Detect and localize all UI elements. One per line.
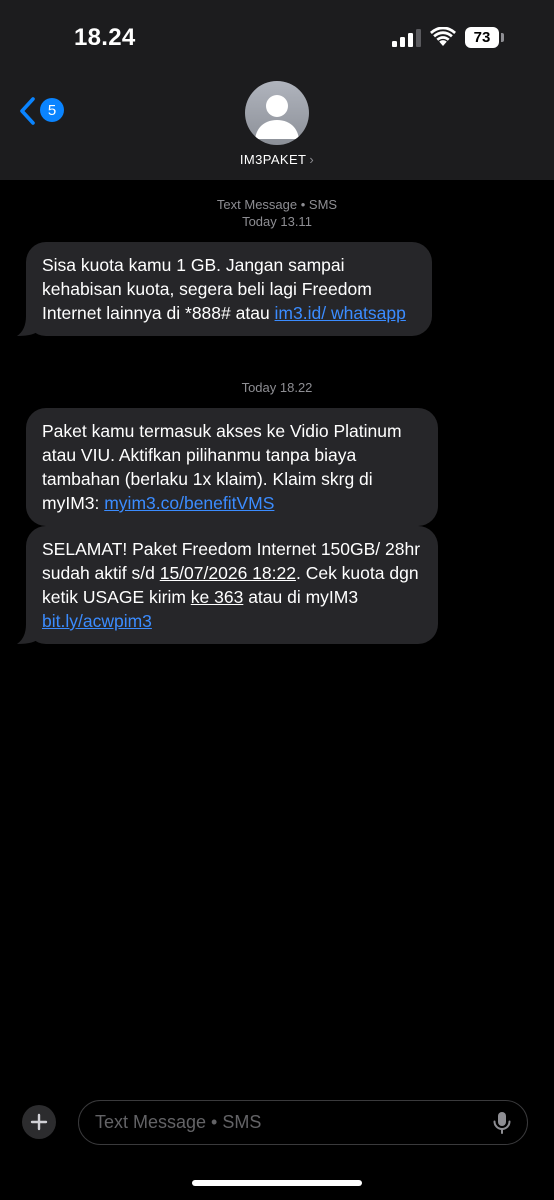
battery-icon: 73 — [465, 27, 499, 48]
home-indicator[interactable] — [192, 1180, 362, 1186]
message-bubble[interactable]: Sisa kuota kamu 1 GB. Jangan sampai keha… — [17, 242, 432, 336]
add-attachment-button[interactable] — [22, 1105, 56, 1139]
message-text: atau di myIM3 — [243, 587, 359, 607]
wifi-icon — [430, 27, 456, 46]
contact-avatar[interactable] — [245, 81, 309, 145]
message-link[interactable]: im3.id/ whatsapp — [275, 303, 406, 323]
message-bubble[interactable]: Paket kamu termasuk akses ke Vidio Plati… — [26, 408, 438, 526]
microphone-icon[interactable] — [493, 1112, 511, 1134]
person-icon — [255, 95, 299, 139]
message-link[interactable]: bit.ly/acwpim3 — [42, 611, 152, 631]
message-composer — [78, 1100, 528, 1145]
contact-name-button[interactable]: IM3PAKET › — [0, 152, 554, 167]
conversation-header: 18.24 73 5 IM3PAKET › — [0, 0, 554, 180]
bubble-tail — [17, 316, 39, 336]
phone-number-link[interactable]: ke 363 — [191, 587, 244, 607]
chevron-left-icon — [20, 97, 35, 125]
chevron-right-icon: › — [309, 152, 315, 167]
back-button[interactable]: 5 — [18, 94, 68, 128]
battery-tip — [501, 33, 504, 42]
message-meta: Today 18.22 — [0, 379, 554, 396]
battery-level: 73 — [473, 29, 491, 46]
plus-icon — [30, 1113, 48, 1131]
message-input[interactable] — [95, 1101, 485, 1143]
status-bar: 18.24 73 — [0, 0, 554, 70]
message-bubble[interactable]: SELAMAT! Paket Freedom Internet 150GB/ 2… — [17, 526, 438, 644]
date-detected-link[interactable]: 15/07/2026 18:22 — [160, 563, 296, 583]
contact-name: IM3PAKET — [239, 152, 307, 167]
message-service-label: Text Message • SMS — [216, 197, 338, 212]
message-timestamp: Today 13.11 — [242, 214, 312, 229]
message-link[interactable]: myim3.co/benefitVMS — [104, 493, 274, 513]
messages-screen: 18.24 73 5 IM3PAKET › Text Message • SMS… — [0, 0, 554, 1200]
message-meta: Text Message • SMS Today 13.11 — [0, 196, 554, 230]
unread-count-badge: 5 — [40, 98, 64, 122]
message-timestamp: Today 18.22 — [241, 380, 313, 395]
cellular-signal-icon — [392, 29, 421, 47]
bubble-tail — [17, 624, 39, 644]
status-time: 18.24 — [74, 24, 136, 51]
